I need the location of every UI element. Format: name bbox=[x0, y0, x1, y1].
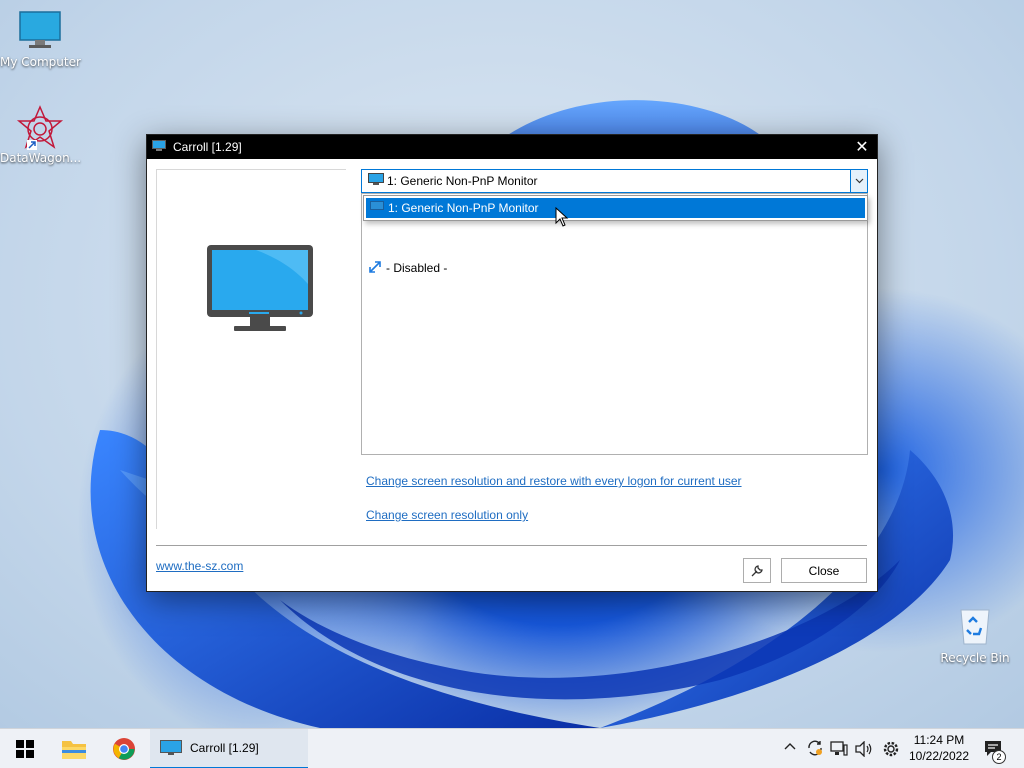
chrome-button[interactable] bbox=[106, 729, 142, 768]
chrome-icon bbox=[113, 738, 135, 760]
recycle-bin-icon bbox=[960, 609, 990, 645]
settings-button[interactable] bbox=[743, 558, 771, 583]
desktop-icon-my-computer[interactable]: My Computer bbox=[0, 10, 81, 69]
list-item-label: - Disabled - bbox=[386, 261, 448, 275]
start-button[interactable] bbox=[8, 729, 42, 768]
window-title: Carroll [1.29] bbox=[173, 140, 242, 154]
monitor-icon bbox=[370, 201, 384, 215]
monitor-icon bbox=[19, 11, 61, 48]
taskbar-carroll-app[interactable]: Carroll [1.29] bbox=[150, 729, 308, 768]
monitor-icon bbox=[160, 740, 182, 755]
footer-divider bbox=[156, 545, 867, 546]
wrench-icon bbox=[751, 564, 763, 576]
window-close-button[interactable]: ✕ bbox=[847, 135, 877, 159]
desktop-icon-label: My Computer bbox=[0, 55, 81, 69]
taskbar-app-label: Carroll [1.29] bbox=[190, 741, 259, 755]
volume-icon[interactable] bbox=[855, 741, 873, 757]
monitor-dropdown-list[interactable]: 1: Generic Non-PnP Monitor bbox=[363, 195, 868, 221]
mouse-cursor-icon bbox=[555, 207, 569, 227]
close-button[interactable]: Close bbox=[781, 558, 867, 583]
app-monitor-icon bbox=[152, 139, 166, 155]
carroll-window: Carroll [1.29] ✕ 1: Generic Non-PnP Moni… bbox=[146, 134, 878, 592]
desktop-icon-datawagon[interactable]: DataWagon... bbox=[0, 104, 82, 165]
website-link[interactable]: www.the-sz.com bbox=[156, 559, 243, 573]
dropdown-option-label: 1: Generic Non-PnP Monitor bbox=[388, 201, 539, 215]
desktop-icon-recycle-bin[interactable]: Recycle Bin bbox=[935, 604, 1015, 665]
datawagon-logo-icon bbox=[16, 105, 64, 150]
notification-count-badge: 2 bbox=[992, 750, 1006, 764]
folder-icon bbox=[62, 741, 86, 759]
windows-logo-icon bbox=[16, 740, 34, 758]
monitor-preview-panel bbox=[156, 169, 346, 529]
restore-resolution-link[interactable]: Change screen resolution and restore wit… bbox=[366, 474, 742, 488]
window-titlebar[interactable]: Carroll [1.29] ✕ bbox=[147, 135, 877, 159]
chevron-down-icon[interactable] bbox=[850, 170, 867, 192]
combobox-value: 1: Generic Non-PnP Monitor bbox=[387, 174, 538, 188]
desktop-icon-label: Recycle Bin bbox=[940, 651, 1010, 665]
dropdown-option-selected[interactable]: 1: Generic Non-PnP Monitor bbox=[366, 198, 865, 218]
taskbar-clock[interactable]: 11:24 PM 10/22/2022 bbox=[904, 732, 974, 764]
monitor-select-combobox[interactable]: 1: Generic Non-PnP Monitor bbox=[361, 169, 868, 193]
large-monitor-icon bbox=[207, 245, 313, 331]
list-item[interactable]: - Disabled - bbox=[368, 258, 447, 278]
desktop-icon-label: DataWagon... bbox=[0, 151, 82, 165]
monitor-icon bbox=[368, 173, 384, 189]
network-icon[interactable] bbox=[830, 741, 848, 757]
file-explorer-button[interactable] bbox=[56, 729, 92, 768]
clock-time: 11:24 PM bbox=[913, 733, 965, 747]
clock-date: 10/22/2022 bbox=[908, 749, 970, 763]
chevron-up-icon[interactable] bbox=[784, 741, 796, 753]
notification-center-button[interactable]: 2 bbox=[978, 729, 1010, 768]
resize-arrow-icon bbox=[368, 260, 382, 277]
sync-icon[interactable] bbox=[806, 739, 824, 757]
gear-icon[interactable] bbox=[882, 740, 900, 758]
change-resolution-only-link[interactable]: Change screen resolution only bbox=[366, 508, 528, 522]
resolution-list[interactable]: - Disabled - bbox=[361, 193, 868, 455]
taskbar: Carroll [1.29] 11:24 PM 10/22/2022 2 bbox=[0, 728, 1024, 768]
